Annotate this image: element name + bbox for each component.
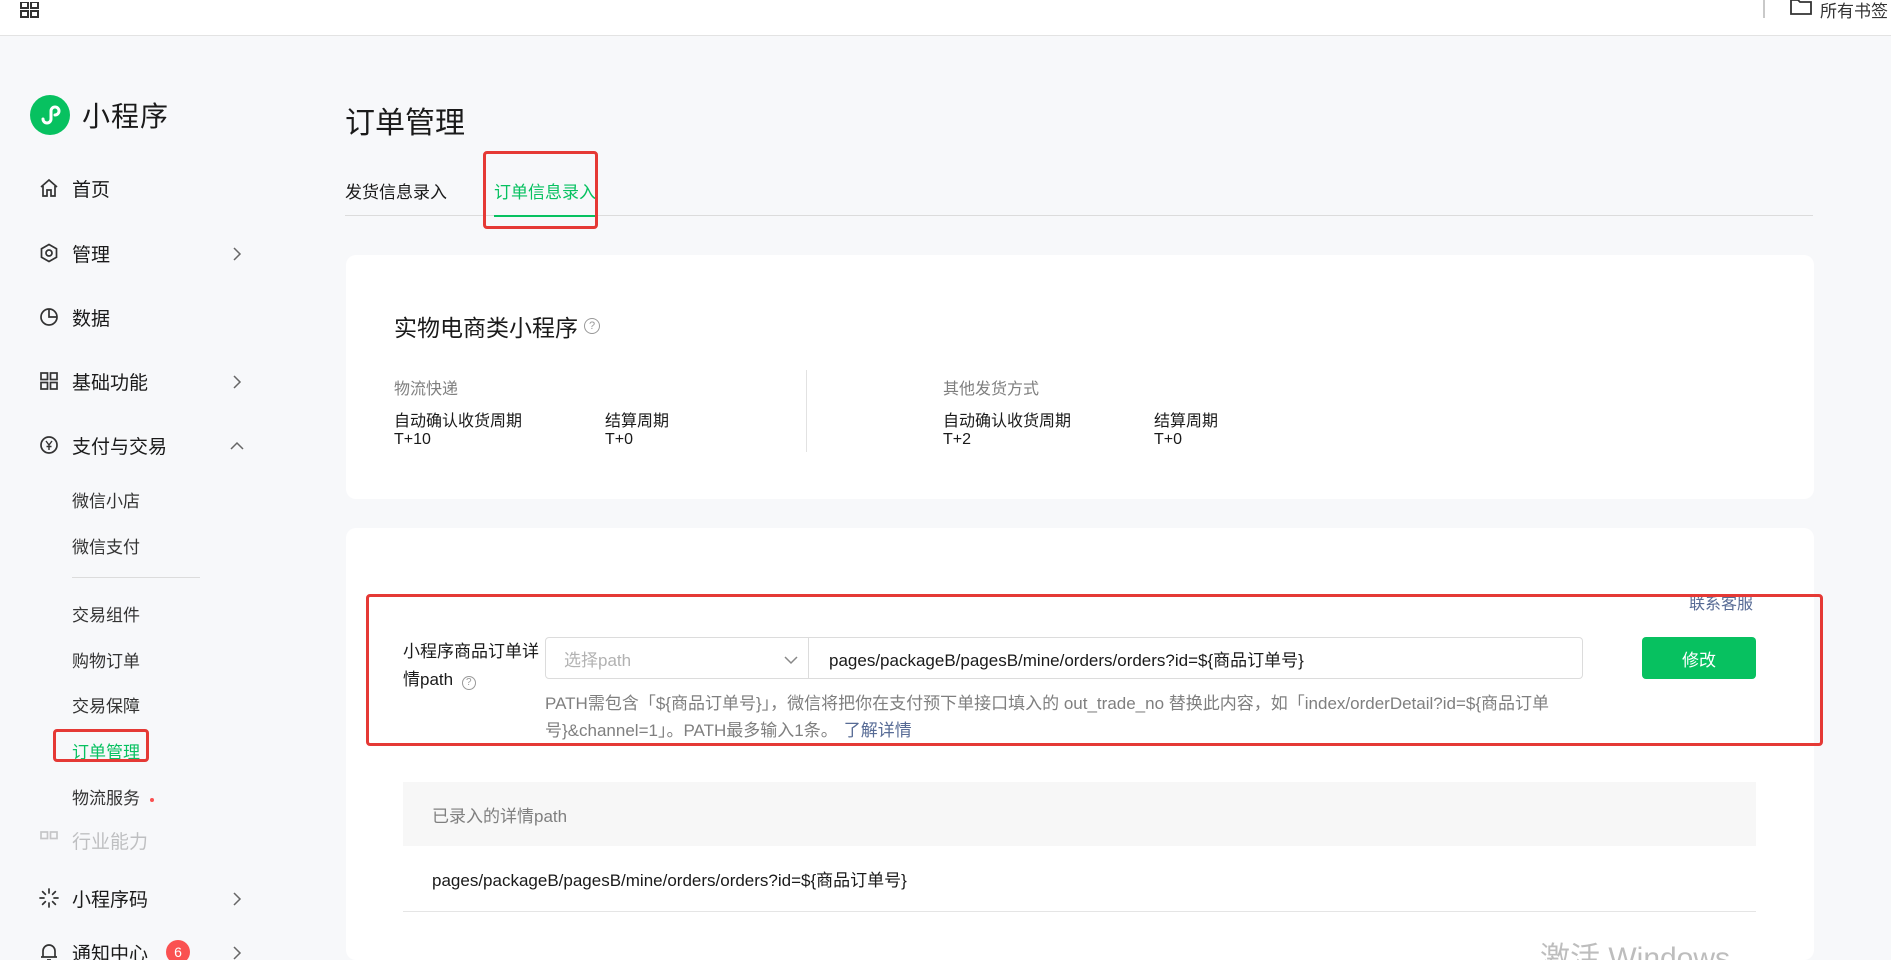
windows-activation-watermark: 激活 Windows: [1540, 942, 1731, 960]
sidebar-subitem-shopping-orders[interactable]: 购物订单: [72, 647, 140, 672]
toolbar-divider: [1763, 0, 1765, 18]
other-section-label: 其他发货方式: [943, 381, 1040, 398]
sidebar-subitem-trade-component[interactable]: 交易组件: [72, 601, 140, 626]
notification-badge: 6: [166, 940, 191, 960]
vertical-divider: [806, 370, 807, 452]
chevron-right-icon: [230, 890, 244, 906]
divider: [72, 577, 200, 578]
sidebar-item-home[interactable]: 首页: [38, 173, 244, 203]
brand: 小程序: [30, 95, 169, 135]
sidebar-subitem-trade-guarantee[interactable]: 交易保障: [72, 692, 140, 717]
path-hint: PATH需包含「${商品订单号}」，微信将把你在支付预下单接口填入的 out_t…: [545, 690, 1615, 744]
sidebar-item-label: 行业能力: [72, 831, 149, 853]
qr-icon: [38, 887, 60, 909]
help-icon[interactable]: ?: [461, 676, 476, 690]
browser-bookmarks-bar: 所有书签: [0, 0, 1891, 36]
tab-order-info[interactable]: 订单信息录入: [494, 178, 596, 217]
chevron-right-icon: [230, 373, 244, 389]
home-icon: [38, 177, 60, 199]
card-title-text: 实物电商类小程序: [394, 315, 578, 341]
sidebar-item-label: 首页: [72, 179, 111, 201]
sidebar-item-industry[interactable]: 行业能力: [38, 825, 244, 855]
sidebar-item-notifications[interactable]: 通知中心 6: [38, 937, 244, 960]
yen-icon: [38, 434, 60, 456]
tab-shipping-info[interactable]: 发货信息录入: [345, 178, 447, 216]
sidebar-item-label: 基础功能: [72, 372, 149, 394]
chevron-up-icon: [230, 437, 244, 451]
sidebar-subitem-order-management[interactable]: 订单管理: [72, 738, 140, 763]
mini-program-logo-icon: [30, 95, 70, 135]
sidebar-item-manage[interactable]: 管理: [38, 238, 244, 268]
path-type-select[interactable]: 选择path: [545, 637, 809, 679]
sidebar-item-label: 支付与交易: [72, 436, 168, 458]
sidebar-subitem-wechat-shop[interactable]: 微信小店: [72, 487, 140, 512]
sidebar-item-basic-features[interactable]: 基础功能: [38, 366, 244, 396]
grid-icon: [38, 370, 60, 392]
sidebar-item-qrcode[interactable]: 小程序码: [38, 883, 244, 913]
sidebar-item-label: 管理: [72, 244, 111, 266]
brand-name: 小程序: [82, 101, 170, 132]
table-header: 已录入的详情path: [403, 782, 1756, 846]
modify-button[interactable]: 修改: [1642, 637, 1756, 679]
settings-icon: [38, 242, 60, 264]
pie-chart-icon: [38, 306, 60, 328]
bookmark-label: 所有书签: [1820, 1, 1888, 21]
page-title: 订单管理: [345, 107, 465, 140]
chevron-right-icon: [230, 944, 244, 960]
contact-support-link[interactable]: 联系客服: [1689, 590, 1753, 614]
express-settle-label: 结算周期: [605, 413, 670, 430]
sidebar-item-label: 数据: [72, 308, 111, 330]
order-path-card: 联系客服 小程序商品订单详情path ? 选择path 修改 PATH需包含「$…: [346, 528, 1814, 960]
express-settle-value: T+0: [605, 431, 634, 448]
grid-icon: [38, 829, 60, 851]
express-section-label: 物流快递: [394, 381, 459, 398]
grid-apps-icon[interactable]: [20, 2, 40, 18]
help-icon[interactable]: ?: [584, 318, 600, 334]
sidebar-item-label: 小程序码: [72, 889, 149, 911]
settlement-info-card: 实物电商类小程序 ? 物流快递 自动确认收货周期 T+10 结算周期 T+0 其…: [346, 255, 1814, 499]
express-confirm-label: 自动确认收货周期: [394, 413, 523, 430]
all-bookmarks-button[interactable]: 所有书签: [1790, 0, 1888, 21]
other-confirm-label: 自动确认收货周期: [943, 413, 1072, 430]
bell-icon: [38, 941, 60, 960]
path-hint-text: PATH需包含「${商品订单号}」，微信将把你在支付预下单接口填入的 out_t…: [545, 694, 1550, 740]
folder-icon: [1790, 0, 1812, 20]
table-row: pages/packageB/pagesB/mine/orders/orders…: [403, 846, 1756, 912]
sidebar-subitem-label: 物流服务: [72, 789, 140, 808]
notification-dot: [150, 797, 154, 802]
other-settle-label: 结算周期: [1154, 413, 1219, 430]
other-confirm-value: T+2: [943, 431, 972, 448]
chevron-right-icon: [230, 245, 244, 261]
learn-more-link[interactable]: 了解详情: [844, 721, 912, 740]
path-field-label: 小程序商品订单详情path ?: [403, 638, 553, 694]
sidebar-subitem-logistics[interactable]: 物流服务: [72, 784, 154, 809]
chevron-down-icon: [784, 652, 798, 672]
express-confirm-value: T+10: [394, 431, 431, 448]
tab-bar: 发货信息录入 订单信息录入: [345, 178, 1813, 217]
sidebar-subitem-wechat-pay[interactable]: 微信支付: [72, 533, 140, 558]
select-placeholder: 选择path: [564, 650, 632, 670]
sidebar-item-data[interactable]: 数据: [38, 302, 244, 332]
path-input[interactable]: [809, 637, 1583, 679]
sidebar-item-payment[interactable]: 支付与交易: [38, 430, 244, 460]
sidebar: 小程序 首页 管理 数据 基础功能 支付与交易 微信小店 微信支付 交易组件 购…: [0, 37, 280, 960]
entered-path-table: 已录入的详情path pages/packageB/pagesB/mine/or…: [403, 782, 1756, 912]
sidebar-item-label: 通知中心: [72, 943, 149, 960]
other-settle-value: T+0: [1154, 431, 1183, 448]
card-title: 实物电商类小程序 ?: [394, 309, 600, 343]
